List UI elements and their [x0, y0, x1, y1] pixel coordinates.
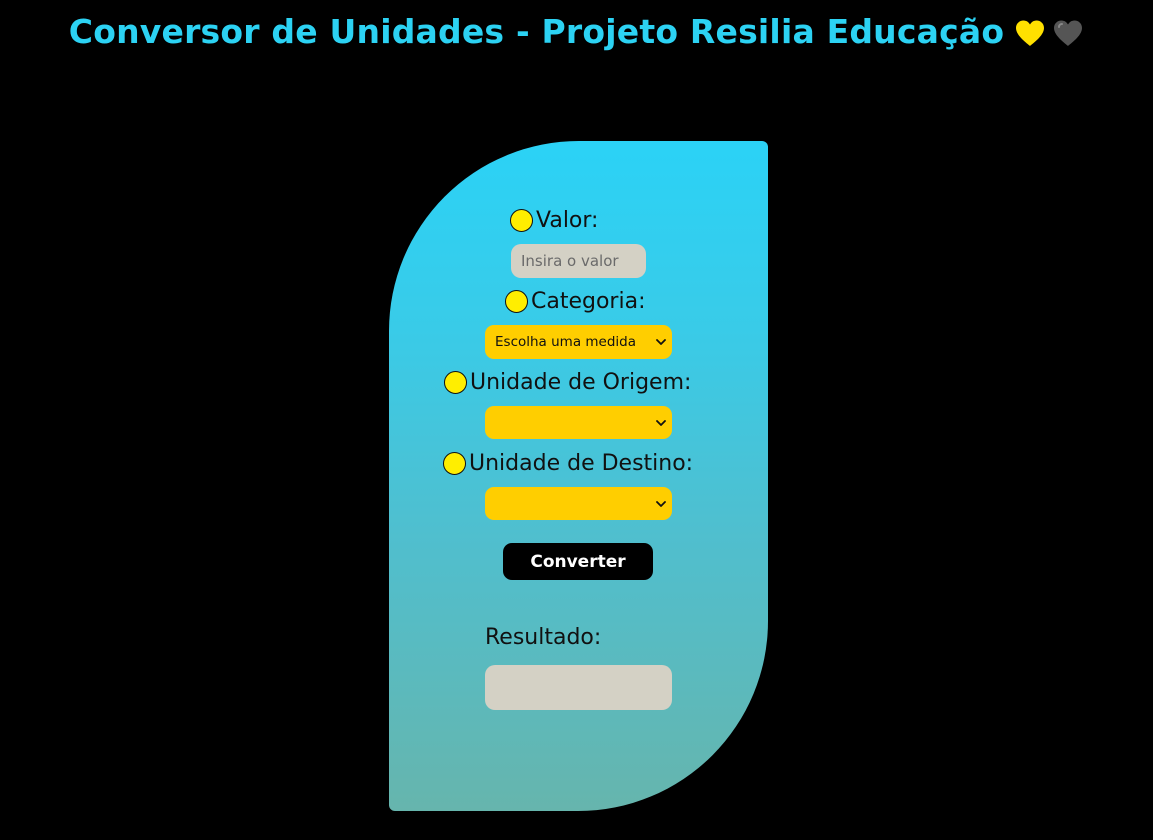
- hearts: [1014, 11, 1084, 50]
- categoria-label-text: Categoria:: [531, 289, 646, 314]
- origem-label-text: Unidade de Origem:: [470, 370, 692, 395]
- chevron-down-icon: [656, 339, 666, 345]
- yellow-heart-icon: [1016, 20, 1045, 46]
- destino-label-text: Unidade de Destino:: [469, 451, 694, 476]
- chevron-down-icon: [656, 419, 666, 426]
- yellow-dot-icon: [444, 371, 467, 394]
- page-title: Conversor de Unidades - Projeto Resilia …: [0, 12, 1153, 53]
- origem-label: Unidade de Origem:: [444, 370, 691, 395]
- yellow-dot-icon: [443, 452, 466, 475]
- yellow-dot-icon: [505, 290, 528, 313]
- black-heart-icon: [1054, 20, 1083, 46]
- yellow-dot-icon: [510, 209, 533, 232]
- chevron-down-icon: [656, 500, 666, 507]
- categoria-label: Categoria:: [505, 289, 645, 314]
- categoria-select[interactable]: Escolha uma medida: [485, 325, 672, 359]
- destino-label: Unidade de Destino:: [443, 451, 693, 476]
- valor-label: Valor:: [510, 208, 598, 233]
- resultado-label: Resultado:: [485, 625, 602, 650]
- page: Conversor de Unidades - Projeto Resilia …: [0, 0, 1153, 840]
- destino-select[interactable]: [485, 487, 672, 520]
- converter-card: [389, 141, 768, 811]
- valor-label-text: Valor:: [536, 208, 599, 233]
- categoria-selected-value: Escolha uma medida: [495, 334, 637, 350]
- origem-select[interactable]: [485, 406, 672, 439]
- converter-button[interactable]: Converter: [503, 543, 653, 580]
- resultado-output: [485, 665, 672, 710]
- page-title-text: Conversor de Unidades - Projeto Resilia …: [68, 12, 1005, 51]
- valor-input[interactable]: [511, 244, 646, 278]
